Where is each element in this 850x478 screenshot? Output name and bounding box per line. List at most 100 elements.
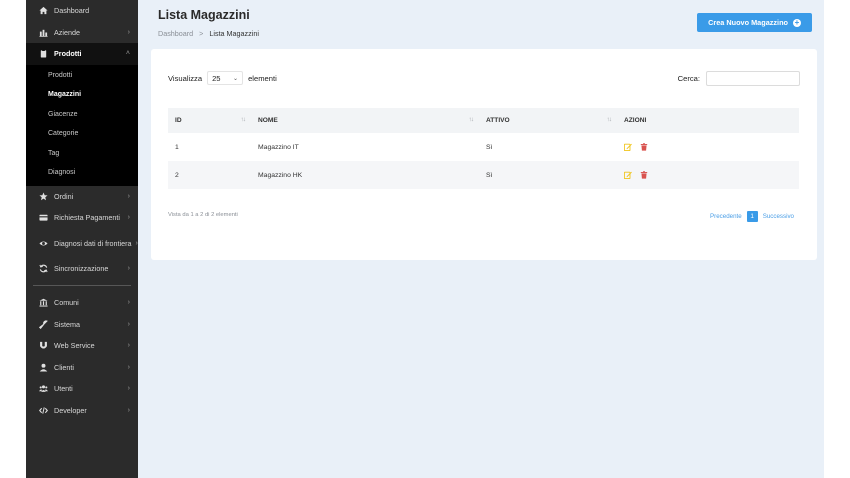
cell-attivo: Sì — [479, 133, 617, 161]
sidebar-item-developer[interactable]: Developer › — [26, 400, 138, 422]
sidebar-item-clienti[interactable]: Clienti › — [26, 357, 138, 379]
cell-nome: Magazzino IT — [251, 133, 479, 161]
chevron-down-icon: ⌄ — [233, 75, 239, 82]
sidebar-item-label: Aziende — [54, 27, 80, 37]
table-row: 2 Magazzino HK Sì — [168, 161, 799, 189]
sort-icon: ↑↓ — [240, 116, 246, 123]
building-icon — [38, 298, 48, 308]
cell-nome: Magazzino HK — [251, 161, 479, 189]
sidebar-item-prodotti[interactable]: Prodotti ˄ — [26, 43, 138, 65]
chevron-right-icon: › — [127, 406, 130, 414]
chevron-right-icon: › — [127, 363, 130, 371]
entries-label: elementi — [248, 73, 277, 83]
home-icon — [38, 6, 48, 16]
search-control: Cerca: — [678, 71, 800, 86]
page-length-value: 25 — [212, 73, 221, 83]
trash-icon[interactable] — [640, 171, 648, 179]
chevron-right-icon: › — [127, 192, 130, 200]
sidebar-item-aziende[interactable]: Aziende › — [26, 22, 138, 44]
clipboard-icon — [38, 49, 48, 59]
breadcrumb: Dashboard > Lista Magazzini — [158, 29, 259, 38]
chevron-right-icon: › — [127, 264, 130, 272]
sidebar-item-label: Sistema — [54, 319, 80, 329]
chevron-up-icon: ˄ — [125, 50, 130, 58]
credit-card-icon — [38, 213, 48, 223]
submenu-item-diagnosi[interactable]: Diagnosi — [26, 163, 138, 183]
cell-actions — [617, 161, 799, 189]
sidebar-item-label: Developer — [54, 405, 87, 415]
chevron-right-icon: › — [127, 342, 130, 350]
search-label: Cerca: — [677, 74, 700, 83]
main-content: Lista Magazzini Dashboard > Lista Magazz… — [138, 0, 824, 478]
sidebar-divider — [33, 285, 131, 286]
table-header-row: ID ↑↓ NOME ↑↓ ATTIVO ↑↓ AZIONI — [168, 108, 799, 133]
column-header-azioni: AZIONI — [617, 108, 799, 133]
show-label: Visualizza — [168, 73, 203, 83]
sidebar-item-label: Utenti — [54, 384, 73, 394]
sidebar-item-ordini[interactable]: Ordini › — [26, 186, 138, 208]
sidebar-item-label: Dashboard — [54, 6, 90, 16]
cell-id: 1 — [168, 133, 251, 161]
sidebar-item-sincronizzazione[interactable]: Sincronizzazione › — [26, 258, 138, 280]
chevron-right-icon: › — [127, 320, 130, 328]
search-input[interactable] — [706, 71, 800, 86]
submenu-item-tag[interactable]: Tag — [26, 144, 138, 164]
sidebar-item-comuni[interactable]: Comuni › — [26, 292, 138, 314]
breadcrumb-dashboard-link[interactable]: Dashboard — [158, 29, 193, 38]
cell-attivo: Sì — [479, 161, 617, 189]
chart-icon — [38, 27, 48, 37]
chevron-right-icon: › — [127, 214, 130, 222]
plus-circle-icon: + — [793, 17, 801, 27]
sidebar-item-label: Clienti — [54, 362, 74, 372]
pagination-page-1[interactable]: 1 — [746, 211, 758, 222]
sidebar-item-label: Richiesta Pagamenti — [54, 213, 120, 223]
column-header-id[interactable]: ID ↑↓ — [168, 108, 251, 133]
warehouse-table-card: Visualizza 25 ⌄ elementi Cerca: ID ↑↓ NOM… — [151, 49, 817, 260]
prodotti-submenu: Prodotti Magazzini Giacenze Categorie Ta… — [26, 64, 138, 186]
page-length-control: Visualizza 25 ⌄ elementi — [168, 71, 277, 85]
sync-icon — [38, 263, 48, 273]
sidebar-item-label: Web Service — [54, 341, 95, 351]
star-icon — [38, 191, 48, 201]
sidebar-item-richiesta-pagamenti[interactable]: Richiesta Pagamenti › — [26, 207, 138, 229]
table-info: Vista da 1 a 2 di 2 elementi — [168, 212, 238, 218]
sidebar: Dashboard Aziende › Prodotti ˄ Prodotti … — [26, 0, 138, 478]
warehouse-table: ID ↑↓ NOME ↑↓ ATTIVO ↑↓ AZIONI 1 Magazzino … — [168, 108, 799, 189]
user-icon — [38, 362, 48, 372]
cell-actions — [617, 133, 799, 161]
chevron-right-icon: › — [127, 28, 130, 36]
cell-id: 2 — [168, 161, 251, 189]
submenu-item-prodotti[interactable]: Prodotti — [26, 66, 138, 86]
sort-icon: ↑↓ — [468, 116, 474, 123]
submenu-item-categorie[interactable]: Categorie — [26, 124, 138, 144]
sidebar-item-label: Comuni — [54, 298, 79, 308]
chevron-right-icon: › — [127, 299, 130, 307]
sidebar-item-label: Prodotti — [54, 49, 82, 59]
code-icon — [38, 405, 48, 415]
sidebar-item-dashboard[interactable]: Dashboard — [26, 0, 138, 22]
sidebar-item-sistema[interactable]: Sistema › — [26, 314, 138, 336]
edit-icon[interactable] — [624, 171, 632, 179]
sort-icon: ↑↓ — [606, 116, 612, 123]
sidebar-item-label: Sincronizzazione — [54, 263, 109, 273]
sidebar-item-utenti[interactable]: Utenti › — [26, 378, 138, 400]
submenu-item-giacenze[interactable]: Giacenze — [26, 105, 138, 125]
sidebar-item-web-service[interactable]: Web Service › — [26, 335, 138, 357]
column-header-nome[interactable]: NOME ↑↓ — [251, 108, 479, 133]
sidebar-item-label: Ordini — [54, 191, 74, 201]
page-title: Lista Magazzini — [158, 8, 250, 22]
sidebar-item-diagnosi-frontiera[interactable]: Diagnosi dati di frontiera › — [26, 229, 138, 258]
pagination-next[interactable]: Successivo — [763, 213, 794, 220]
trash-icon[interactable] — [640, 143, 648, 151]
wrench-icon — [38, 319, 48, 329]
shield-icon — [38, 341, 48, 351]
pagination-prev[interactable]: Precedente — [710, 213, 742, 220]
breadcrumb-separator: > — [199, 29, 204, 38]
create-warehouse-button[interactable]: Crea Nuovo Magazzino + — [697, 13, 812, 32]
users-icon — [38, 384, 48, 394]
edit-icon[interactable] — [624, 143, 632, 151]
breadcrumb-current: Lista Magazzini — [209, 29, 259, 38]
submenu-item-magazzini[interactable]: Magazzini — [26, 85, 138, 105]
column-header-attivo[interactable]: ATTIVO ↑↓ — [479, 108, 617, 133]
page-length-select[interactable]: 25 ⌄ — [207, 71, 244, 85]
